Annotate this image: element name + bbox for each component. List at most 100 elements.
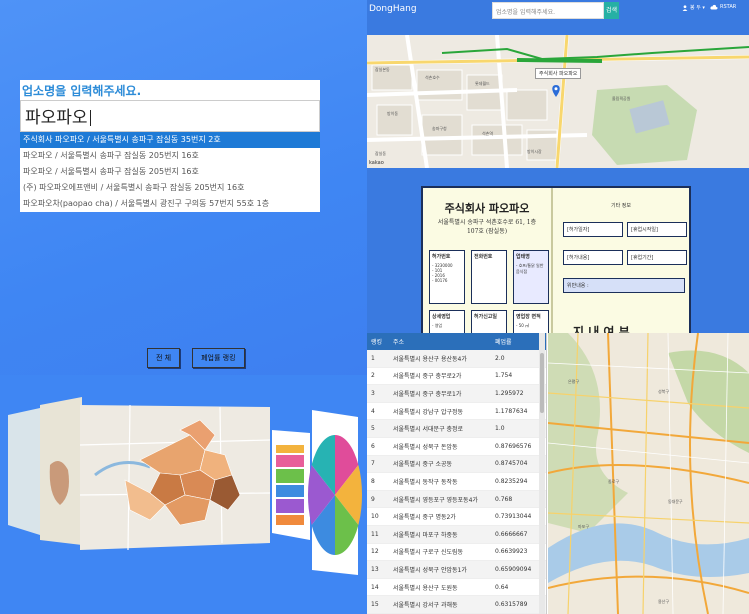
row-rank: 15 bbox=[371, 601, 379, 609]
row-rate: 0.6666667 bbox=[495, 530, 528, 538]
area-box: 영업장 면적 - 50 ㎡ bbox=[513, 310, 549, 333]
all-button[interactable]: 전 체 bbox=[147, 348, 181, 368]
table-row[interactable]: 14 서울특별시 용산구 도원동 0.64 bbox=[367, 579, 546, 597]
table-row[interactable]: 3 서울특별시 중구 충무로1가 1.295972 bbox=[367, 385, 546, 403]
row-rank: 9 bbox=[371, 495, 375, 503]
industry-value: - 호프/통닭 일반 음식점 bbox=[516, 263, 544, 274]
svg-text:석촌호수: 석촌호수 bbox=[425, 74, 440, 80]
row-rate: 0.64 bbox=[495, 583, 509, 591]
row-rate: 0.6639923 bbox=[495, 548, 528, 556]
view-buttons: 전 체 폐업률 랭킹 bbox=[147, 348, 245, 368]
svg-text:성북구: 성북구 bbox=[658, 388, 669, 394]
suggestion-item[interactable]: (주) 파오파오에프앤비 / 서울특별시 송파구 잠실동 205번지 16호 bbox=[20, 180, 320, 196]
header-rank[interactable]: 랭킹 bbox=[367, 337, 389, 346]
city-map[interactable]: 은평구 성북구 종로구 동대문구 마포구 용산구 bbox=[548, 333, 749, 614]
row-address: 서울특별시 성북구 안암동1가 bbox=[393, 566, 467, 574]
row-rate: 0.6315789 bbox=[495, 601, 528, 609]
stage-box: 허가신고일 bbox=[471, 310, 507, 333]
row-rank: 8 bbox=[371, 477, 375, 485]
closure-rate-button[interactable]: 폐업률 랭킹 bbox=[192, 348, 245, 368]
table-row[interactable]: 5 서울특별시 서대문구 충정로 1.0 bbox=[367, 420, 546, 438]
table-row[interactable]: 2 서울특별시 중구 충무로2가 1.754 bbox=[367, 368, 546, 386]
ranking-table: 랭킹 주소 폐업률 1 서울특별시 용산구 용산동4가 2.0 2 서울특별시 중구 충… bbox=[367, 333, 547, 614]
row-rate: 0.768 bbox=[495, 495, 513, 503]
info-field: [휴업기간] bbox=[627, 250, 687, 265]
row-rate: 1.0 bbox=[495, 425, 505, 433]
table-body: 1 서울특별시 용산구 용산동4가 2.0 2 서울특별시 중구 충무로2가 1.754 3… bbox=[367, 350, 546, 614]
table-row[interactable]: 10 서울특별시 중구 명동2가 0.73913044 bbox=[367, 508, 546, 526]
row-address: 서울특별시 중구 충무로1가 bbox=[393, 390, 462, 398]
row-rank: 4 bbox=[371, 407, 375, 415]
status-box: 상세영업 - 영업 bbox=[429, 310, 465, 333]
row-address: 서울특별시 중구 소공동 bbox=[393, 461, 453, 469]
stage-title: 허가신고일 bbox=[474, 314, 498, 320]
nav-login[interactable]: RSTAR bbox=[710, 4, 736, 10]
table-scrollbar[interactable] bbox=[539, 333, 545, 614]
person-icon bbox=[682, 4, 688, 11]
table-row[interactable]: 8 서울특별시 동작구 동작동 0.8235294 bbox=[367, 473, 546, 491]
area-title: 영업장 면적 bbox=[516, 314, 541, 320]
row-rate: 1.754 bbox=[495, 372, 513, 380]
company-detail-view: 주식회사 파오파오 서울특별시 송파구 석촌호수로 61, 1층 107호 (잠… bbox=[367, 168, 749, 333]
search-input[interactable]: 파오파오 bbox=[20, 100, 320, 132]
row-rate: 1.295972 bbox=[495, 389, 524, 397]
cloud-icon bbox=[710, 4, 718, 10]
table-row[interactable]: 1 서울특별시 용산구 용산동4가 2.0 bbox=[367, 350, 546, 368]
row-rank: 10 bbox=[371, 513, 379, 521]
statistics-3d-view[interactable] bbox=[0, 375, 367, 614]
table-row[interactable]: 6 서울특별시 성북구 돈암동 0.87696576 bbox=[367, 438, 546, 456]
row-address: 서울특별시 용산구 용산동4가 bbox=[393, 355, 467, 363]
row-address: 서울특별시 구로구 신도림동 bbox=[393, 549, 464, 557]
table-row[interactable]: 4 서울특별시 강남구 압구정동 1.1787634 bbox=[367, 403, 546, 421]
nav-search-input[interactable]: 업소명을 입력해주세요. bbox=[492, 2, 604, 19]
row-rate: 2.0 bbox=[495, 354, 505, 362]
industry-title: 업태명 bbox=[516, 254, 530, 260]
svg-text:방이시장: 방이시장 bbox=[527, 148, 542, 154]
suggestion-item[interactable]: 파오파오차(paopao cha) / 서울특별시 광진구 구의동 57번지 5… bbox=[20, 196, 320, 212]
suggestion-item[interactable]: 파오파오 / 서울특별시 송파구 잠실동 205번지 16호 bbox=[20, 164, 320, 180]
table-header: 랭킹 주소 폐업률 bbox=[367, 333, 546, 350]
info-field: [허가내용] bbox=[563, 250, 623, 265]
location-map[interactable]: 잠실본동 석촌호수 롯데월드 방이동 송파구청 석촌역 올림픽공원 잠실동 방이시장 주식회… bbox=[367, 35, 749, 168]
search-card: 업소명을 입력해주세요. 파오파오 주식회사 파오파오 / 서울특별시 송파구 … bbox=[20, 80, 320, 212]
table-row[interactable]: 9 서울특별시 영등포구 영등포동4가 0.768 bbox=[367, 490, 546, 509]
table-row[interactable]: 7 서울특별시 중구 소공동 0.8745704 bbox=[367, 455, 546, 474]
company-address: 서울특별시 송파구 석촌호수로 61, 1층 107호 (잠실동) bbox=[423, 218, 551, 236]
header-address[interactable]: 주소 bbox=[389, 337, 491, 346]
svg-text:동대문구: 동대문구 bbox=[668, 498, 683, 504]
map-credit: kakao bbox=[369, 160, 384, 166]
table-row[interactable]: 11 서울특별시 마포구 하중동 0.6666667 bbox=[367, 525, 546, 544]
address-line: 107호 (잠실동) bbox=[466, 228, 508, 235]
scroll-thumb[interactable] bbox=[540, 353, 544, 413]
row-address: 서울특별시 강서구 과해동 bbox=[393, 602, 458, 610]
nav-search-button[interactable]: 검색 bbox=[604, 2, 619, 19]
map-pin-icon[interactable] bbox=[552, 85, 560, 97]
phone-title: 전화번호 bbox=[474, 254, 493, 260]
table-row[interactable]: 13 서울특별시 성북구 안암동1가 0.65909094 bbox=[367, 561, 546, 579]
row-rank: 2 bbox=[371, 372, 375, 380]
row-address: 서울특별시 동작구 동작동 bbox=[393, 478, 458, 486]
screenshot-collage: 업소명을 입력해주세요. 파오파오 주식회사 파오파오 / 서울특별시 송파구 … bbox=[0, 0, 749, 614]
permit-box: 허가번호 - 3230000 - 101 - 2016 - 00176 bbox=[429, 250, 465, 304]
suggestion-item[interactable]: 파오파오 / 서울특별시 송파구 잠실동 205번지 16호 bbox=[20, 148, 320, 164]
row-address: 서울특별시 중구 충무로2가 bbox=[393, 373, 462, 381]
row-address: 서울특별시 영등포구 영등포동4가 bbox=[393, 496, 478, 504]
map-view: DongHang 업소명을 입력해주세요. 검색 봉 두 ▾ RSTAR 잠실본… bbox=[367, 0, 749, 168]
table-row[interactable]: 15 서울특별시 강서구 과해동 0.6315789 bbox=[367, 596, 546, 614]
header-rate[interactable]: 폐업률 bbox=[491, 337, 543, 346]
row-rank: 12 bbox=[371, 548, 379, 556]
search-heading: 업소명을 입력해주세요. bbox=[22, 84, 142, 98]
ranking-view: 랭킹 주소 폐업률 1 서울특별시 용산구 용산동4가 2.0 2 서울특별시 중구 충… bbox=[367, 333, 749, 614]
company-title: 주식회사 파오파오 bbox=[444, 202, 530, 215]
suggestion-item[interactable]: 주식회사 파오파오 / 서울특별시 송파구 잠실동 35번지 2호 bbox=[20, 132, 320, 148]
violation-field: 위반내용 : bbox=[563, 278, 685, 293]
table-row[interactable]: 12 서울특별시 구로구 신도림동 0.6639923 bbox=[367, 544, 546, 562]
row-address: 서울특별시 마포구 하중동 bbox=[393, 531, 458, 539]
permit-title: 허가번호 bbox=[432, 254, 451, 260]
area-value: - 50 ㎡ bbox=[516, 323, 530, 328]
brand-logo[interactable]: DongHang bbox=[369, 4, 417, 14]
row-rate: 0.8745704 bbox=[495, 460, 528, 468]
svg-text:종로구: 종로구 bbox=[608, 479, 619, 484]
row-rate: 0.8235294 bbox=[495, 477, 528, 485]
nav-menu[interactable]: 봉 두 ▾ bbox=[682, 4, 705, 11]
